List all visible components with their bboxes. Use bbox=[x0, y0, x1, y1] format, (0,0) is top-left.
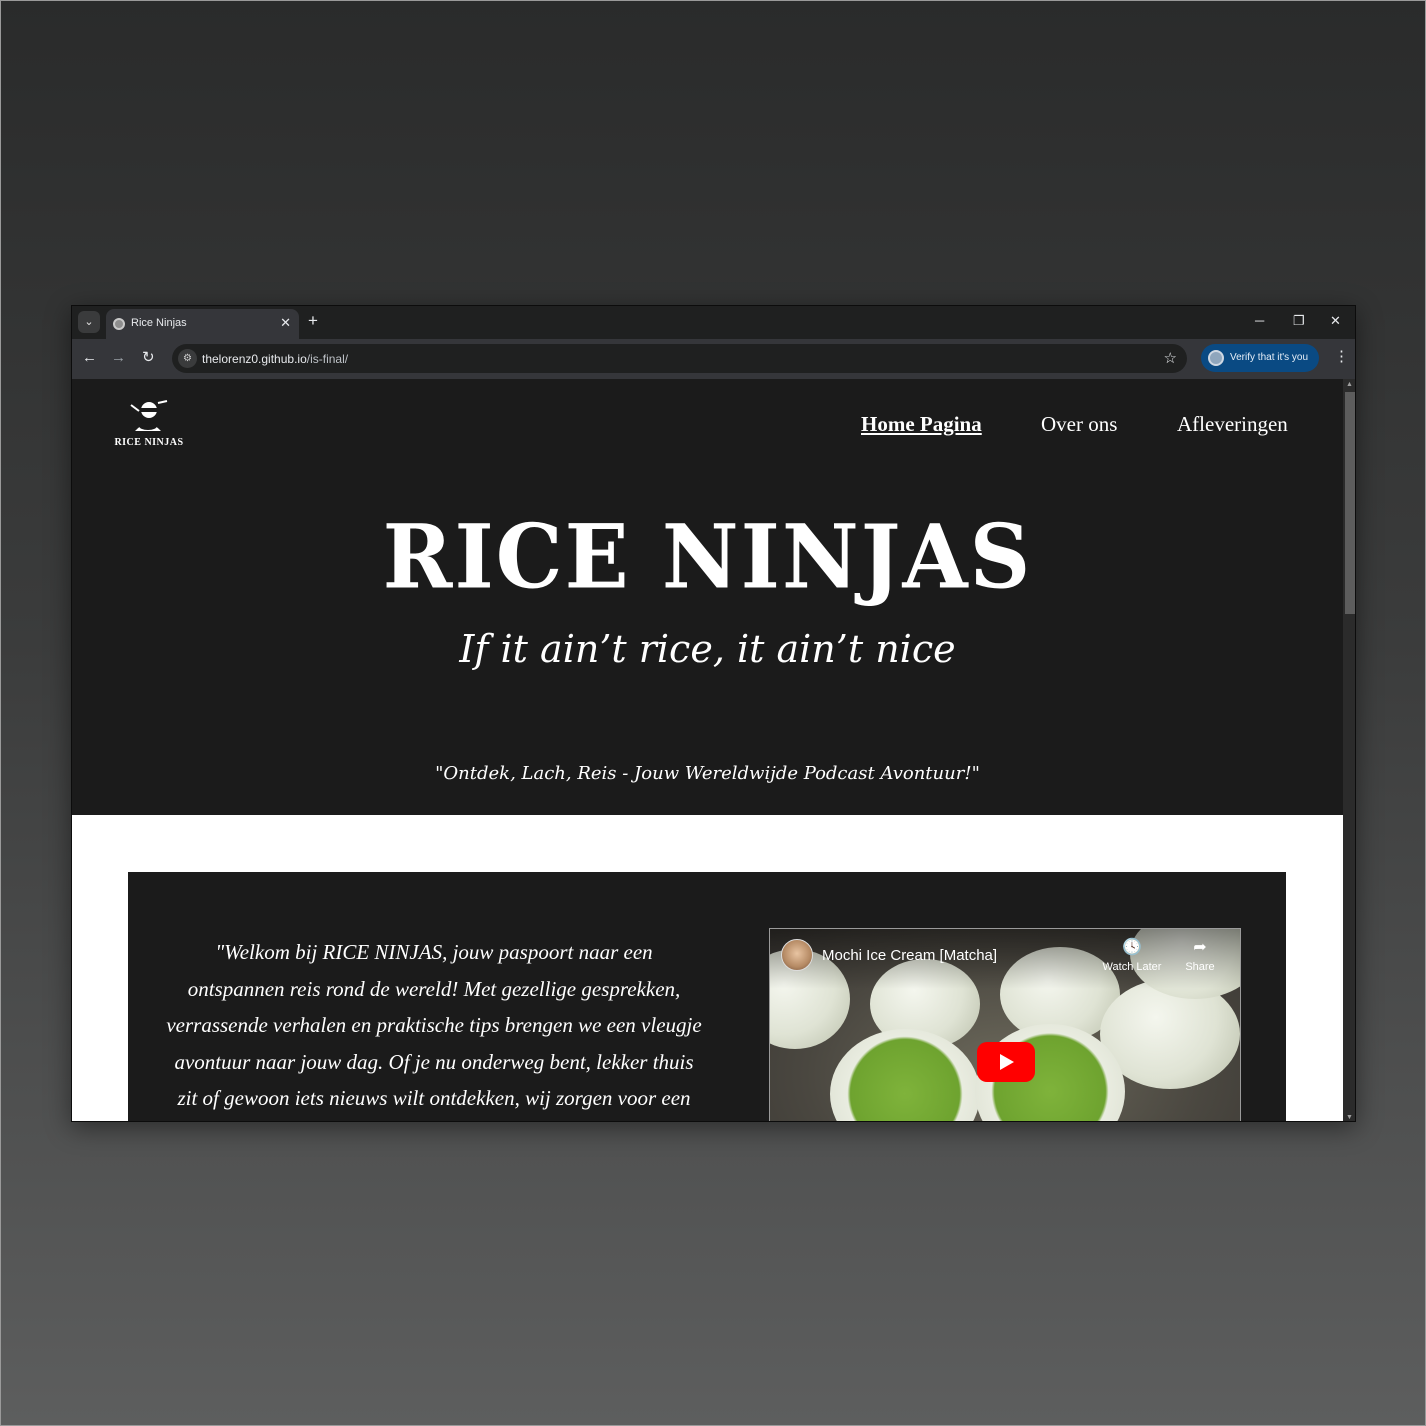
youtube-play-icon[interactable] bbox=[977, 1042, 1035, 1082]
browser-window: ⌄ Rice Ninjas ✕ + ─ ❐ ✕ ← → ↻ ⚙ theloren… bbox=[71, 305, 1356, 1122]
close-tab-icon[interactable]: ✕ bbox=[280, 315, 291, 331]
scroll-up-arrow-icon[interactable]: ▲ bbox=[1346, 381, 1353, 388]
back-arrow-icon[interactable]: ← bbox=[82, 349, 97, 367]
share-label: Share bbox=[1185, 961, 1215, 973]
page-scrollbar[interactable]: ▲ ▼ bbox=[1343, 379, 1355, 1121]
hero-section: RICE NINJAS Home Pagina Over ons Aflever… bbox=[72, 379, 1343, 815]
address-bar[interactable]: ⚙ thelorenz0.github.io/is-final/ ☆ bbox=[172, 344, 1187, 373]
tab-search-chevron-icon[interactable]: ⌄ bbox=[78, 311, 100, 333]
hero-quote: "Ontdek, Lach, Reis - Jouw Wereldwijde P… bbox=[435, 763, 980, 784]
intro-text: "Welkom bij RICE NINJAS, jouw paspoort n… bbox=[166, 940, 702, 1110]
browser-menu-icon[interactable]: ⋮ bbox=[1334, 347, 1349, 365]
bookmark-star-icon[interactable]: ☆ bbox=[1164, 349, 1177, 367]
share-arrow-icon: ➦ bbox=[1193, 939, 1207, 956]
tab-strip: ⌄ Rice Ninjas ✕ + ─ ❐ ✕ bbox=[72, 306, 1355, 339]
profile-avatar-icon bbox=[1208, 350, 1224, 366]
verify-identity-chip[interactable]: Verify that it's you bbox=[1201, 344, 1319, 372]
reload-icon[interactable]: ↻ bbox=[142, 349, 155, 367]
youtube-video-embed[interactable]: Mochi Ice Cream [Matcha] 🕓 Watch Later ➦… bbox=[769, 928, 1241, 1121]
intro-card: "Welkom bij RICE NINJAS, jouw paspoort n… bbox=[128, 872, 1286, 1121]
tab-rice-ninjas[interactable]: Rice Ninjas ✕ bbox=[106, 309, 299, 339]
tab-title: Rice Ninjas bbox=[131, 317, 187, 329]
watch-later-label: Watch Later bbox=[1102, 961, 1162, 973]
verify-label: Verify that it's you bbox=[1230, 352, 1309, 363]
restore-icon[interactable]: ❐ bbox=[1293, 312, 1305, 330]
channel-avatar[interactable] bbox=[781, 939, 813, 971]
site-logo[interactable]: RICE NINJAS bbox=[114, 399, 184, 453]
minimize-icon[interactable]: ─ bbox=[1255, 312, 1264, 330]
nav-afleveringen[interactable]: Afleveringen bbox=[1177, 412, 1288, 437]
hero-title: RICE NINJAS bbox=[382, 504, 1033, 609]
logo-text: RICE NINJAS bbox=[114, 437, 184, 448]
watch-later-button[interactable]: 🕓 Watch Later bbox=[1100, 937, 1164, 973]
close-window-icon[interactable]: ✕ bbox=[1330, 312, 1341, 330]
page-viewport: RICE NINJAS Home Pagina Over ons Aflever… bbox=[72, 379, 1343, 1121]
scrollbar-thumb[interactable] bbox=[1345, 392, 1355, 614]
browser-toolbar: ← → ↻ ⚙ thelorenz0.github.io/is-final/ ☆… bbox=[72, 339, 1355, 379]
hero-tagline: If it ain’t rice, it ain’t nice bbox=[459, 627, 956, 671]
share-button[interactable]: ➦ Share bbox=[1168, 937, 1232, 973]
globe-icon bbox=[113, 318, 125, 330]
forward-arrow-icon[interactable]: → bbox=[111, 349, 126, 367]
ninja-logo-icon bbox=[130, 400, 168, 431]
new-tab-button[interactable]: + bbox=[308, 311, 318, 331]
clock-icon: 🕓 bbox=[1122, 939, 1142, 956]
scroll-down-arrow-icon[interactable]: ▼ bbox=[1346, 1114, 1353, 1121]
nav-over-ons[interactable]: Over ons bbox=[1041, 412, 1117, 437]
site-settings-icon[interactable]: ⚙ bbox=[178, 349, 197, 368]
video-title[interactable]: Mochi Ice Cream [Matcha] bbox=[822, 947, 997, 964]
nav-home[interactable]: Home Pagina bbox=[861, 412, 982, 437]
url-text: thelorenz0.github.io/is-final/ bbox=[202, 352, 349, 366]
video-thumbnail-matcha-cut bbox=[830, 1029, 980, 1121]
